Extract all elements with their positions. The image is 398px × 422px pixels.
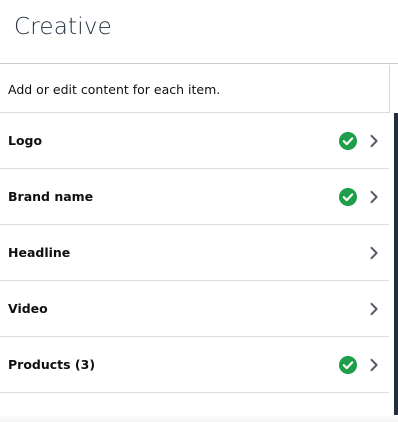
panel-title: Creative: [14, 14, 113, 40]
item-label: Logo: [8, 133, 43, 148]
item-label: Brand name: [8, 189, 94, 204]
check-circle-icon: [339, 132, 357, 150]
panel-header: Creative: [0, 0, 398, 64]
check-circle-icon: [339, 356, 357, 374]
intro-text: Add or edit content for each item.: [8, 82, 221, 97]
scrollbar-track[interactable]: [394, 113, 398, 422]
item-row-logo[interactable]: Logo: [0, 113, 389, 168]
footer-shadow: [0, 415, 398, 422]
item-row-video[interactable]: Video: [0, 281, 389, 336]
item-row-brand-name[interactable]: Brand name: [0, 169, 389, 224]
item-row-headline[interactable]: Headline: [0, 225, 389, 280]
item-label: Headline: [8, 245, 71, 260]
chevron-right-icon[interactable]: [367, 190, 381, 204]
item-row-products[interactable]: Products (3): [0, 337, 389, 392]
check-circle-icon: [339, 188, 357, 206]
chevron-right-icon[interactable]: [367, 134, 381, 148]
creative-panel: Add or edit content for each item. Logo …: [0, 65, 389, 422]
item-label: Video: [8, 301, 48, 316]
panel-edge: [389, 65, 390, 114]
chevron-right-icon[interactable]: [367, 358, 381, 372]
chevron-right-icon[interactable]: [367, 302, 381, 316]
chevron-right-icon[interactable]: [367, 246, 381, 260]
divider: [0, 392, 389, 393]
item-label: Products (3): [8, 357, 96, 372]
